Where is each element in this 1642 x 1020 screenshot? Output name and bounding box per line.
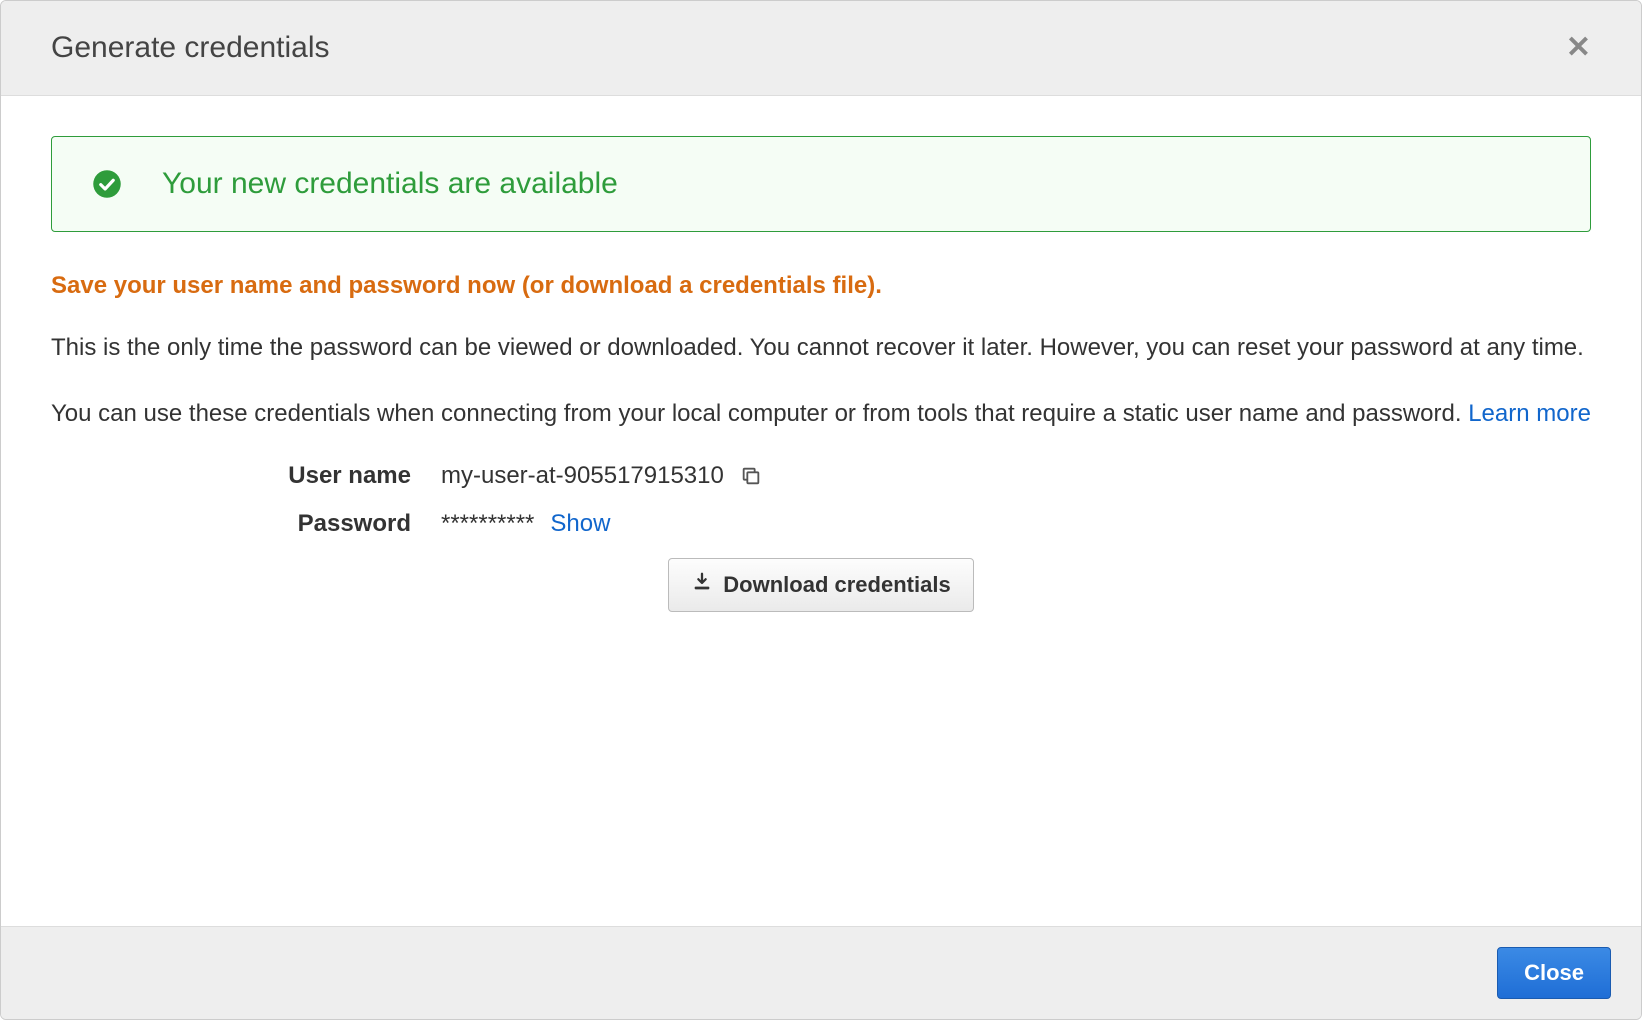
credentials-section: User name my-user-at-905517915310 Passwo… [51,462,1591,612]
info-paragraph-1: This is the only time the password can b… [51,330,1591,366]
copy-icon[interactable] [740,465,762,487]
username-value-container: my-user-at-905517915310 [441,462,762,490]
download-icon [691,571,713,599]
password-value-container: ********** Show [441,510,610,538]
download-credentials-button[interactable]: Download credentials [668,558,973,612]
info-paragraph-2-text: You can use these credentials when conne… [51,400,1468,427]
username-row: User name my-user-at-905517915310 [51,462,1591,490]
close-icon[interactable]: ✕ [1566,33,1591,63]
modal-body: Your new credentials are available Save … [1,96,1641,926]
show-password-link[interactable]: Show [550,510,610,538]
modal-header: Generate credentials ✕ [1,1,1641,96]
check-circle-icon [92,169,122,199]
download-credentials-label: Download credentials [723,572,950,598]
info-paragraph-2: You can use these credentials when conne… [51,396,1591,432]
modal-footer: Close [1,926,1641,1019]
save-warning-text: Save your user name and password now (or… [51,272,1591,300]
learn-more-link[interactable]: Learn more [1468,400,1591,427]
download-row: Download credentials [51,558,1591,612]
password-label: Password [51,510,441,538]
close-button[interactable]: Close [1497,947,1611,999]
success-alert: Your new credentials are available [51,136,1591,232]
password-masked: ********** [441,510,534,538]
username-label: User name [51,462,441,490]
success-alert-text: Your new credentials are available [162,167,618,201]
username-value: my-user-at-905517915310 [441,462,724,490]
generate-credentials-modal: Generate credentials ✕ Your new credenti… [0,0,1642,1020]
password-row: Password ********** Show [51,510,1591,538]
modal-title: Generate credentials [51,31,330,65]
